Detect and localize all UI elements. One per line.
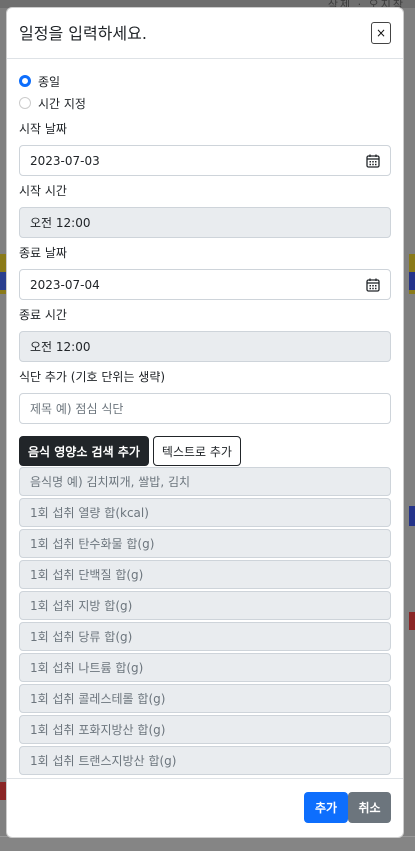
radio-all-day-label: 종일 [38, 74, 61, 89]
calendar-icon[interactable] [366, 278, 380, 292]
background-calendar-grid [0, 836, 415, 851]
cholesterol-field[interactable]: 1회 섭취 콜레스테롤 합(g) [19, 684, 391, 713]
meal-label: 식단 추가 (기호 단위는 생략) [19, 370, 166, 384]
radio-set-time-label: 시간 지정 [38, 96, 86, 111]
end-date-input[interactable]: 2023-07-04 [19, 269, 391, 300]
start-time-value: 오전 12:00 [30, 216, 91, 230]
background-event-red-right [409, 612, 415, 630]
fat-field[interactable]: 1회 섭취 지방 합(g) [19, 591, 391, 620]
add-button[interactable]: 추가 [304, 792, 348, 823]
schedule-modal: 일정을 입력하세요. × 종일 시간 지정 시작 날짜 2023-07-03 시… [6, 7, 404, 838]
radio-set-time[interactable]: 시간 지정 [19, 92, 391, 114]
start-time-label: 시작 시간 [19, 184, 67, 198]
nutrition-fields: 음식명 예) 김치찌개, 쌀밥, 김치 1회 섭취 열량 합(kcal) 1회 … [19, 467, 391, 775]
end-time-input[interactable]: 오전 12:00 [19, 331, 391, 362]
calories-field[interactable]: 1회 섭취 열량 합(kcal) [19, 498, 391, 527]
saturated-fat-field[interactable]: 1회 섭취 포화지방산 합(g) [19, 715, 391, 744]
carbs-field[interactable]: 1회 섭취 탄수화물 합(g) [19, 529, 391, 558]
tab-nutrient-search[interactable]: 음식 영양소 검색 추가 [19, 436, 149, 466]
trans-fat-field[interactable]: 1회 섭취 트랜스지방산 합(g) [19, 746, 391, 775]
protein-field[interactable]: 1회 섭취 단백질 합(g) [19, 560, 391, 589]
add-mode-tabs: 음식 영양소 검색 추가 텍스트로 추가 [19, 436, 391, 466]
modal-body: 종일 시간 지정 시작 날짜 2023-07-03 시작 시간 오전 12:00… [19, 70, 391, 775]
background-event-blue-right-2 [409, 506, 415, 526]
calendar-icon[interactable] [366, 154, 380, 168]
radio-all-day-indicator[interactable] [19, 75, 31, 87]
background-event-blue-right [409, 272, 415, 290]
food-name-field[interactable]: 음식명 예) 김치찌개, 쌀밥, 김치 [19, 467, 391, 496]
cancel-button[interactable]: 취소 [348, 792, 391, 823]
end-date-label: 종료 날짜 [19, 246, 67, 260]
tab-text-add[interactable]: 텍스트로 추가 [152, 436, 241, 466]
meal-title-input[interactable]: 제목 예) 점심 식단 [19, 393, 391, 424]
modal-footer: 추가 취소 [7, 778, 403, 837]
end-time-value: 오전 12:00 [30, 340, 91, 354]
meal-title-placeholder: 제목 예) 점심 식단 [30, 402, 124, 416]
start-date-label: 시작 날짜 [19, 122, 67, 136]
sodium-field[interactable]: 1회 섭취 나트륨 합(g) [19, 653, 391, 682]
sugar-field[interactable]: 1회 섭취 당류 합(g) [19, 622, 391, 651]
end-time-label: 종료 시간 [19, 308, 67, 322]
start-date-input[interactable]: 2023-07-03 [19, 145, 391, 176]
start-time-input[interactable]: 오전 12:00 [19, 207, 391, 238]
start-date-value: 2023-07-03 [30, 153, 100, 168]
modal-header: 일정을 입력하세요. × [7, 8, 403, 59]
close-button[interactable]: × [371, 22, 391, 44]
radio-set-time-indicator[interactable] [19, 97, 31, 109]
radio-all-day[interactable]: 종일 [19, 70, 391, 92]
modal-title: 일정을 입력하세요. [19, 24, 147, 43]
end-date-value: 2023-07-04 [30, 277, 100, 292]
